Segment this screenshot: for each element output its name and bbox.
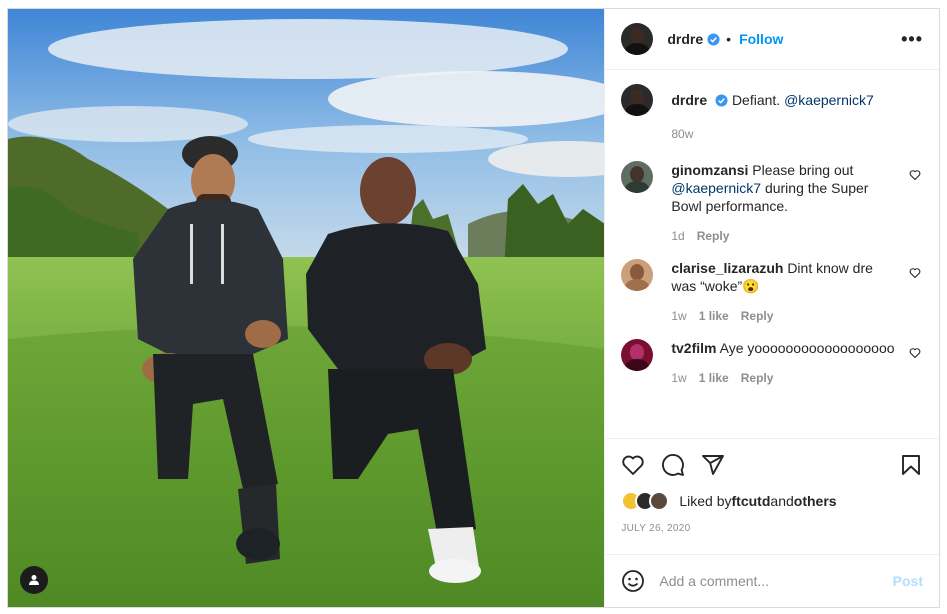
post-header: drdre • Follow ••• [605,9,939,70]
avatar[interactable] [621,23,654,55]
comment-mention[interactable]: @kaepernick7 [671,180,761,196]
post-date[interactable]: JULY 26, 2020 [621,523,923,534]
reply-button[interactable]: Reply [741,369,774,387]
caption-username[interactable]: drdre [671,92,707,108]
post-sidebar: drdre • Follow ••• drdre Defiant. @kaepe… [604,9,939,607]
smiley-icon[interactable] [621,569,645,593]
avatar[interactable] [621,161,654,193]
comment-icon[interactable] [661,453,685,477]
comment-time[interactable]: 1w [671,307,686,325]
comment-username[interactable]: ginomzansi [671,162,748,178]
comment-time[interactable]: 1d [671,227,684,245]
follow-button[interactable]: Follow [739,31,783,47]
reply-button[interactable]: Reply [741,307,774,325]
list-item: clarise_lizarazuh Dint know dre was “wok… [621,259,923,325]
caption-mention[interactable]: @kaepernick7 [784,92,874,108]
comment-text: Aye yoooooooooooooooooo [719,340,895,356]
list-item: tv2film Aye yoooooooooooooooooo 1w 1 lik… [621,339,923,387]
reply-button[interactable]: Reply [697,227,730,245]
more-options-button[interactable]: ••• [901,29,923,50]
comment-likes[interactable]: 1 like [699,369,729,387]
post-button[interactable]: Post [893,573,923,589]
verified-badge-icon [715,94,728,107]
caption-time[interactable]: 80w [671,125,693,143]
likes-others[interactable]: others [794,493,837,509]
avatar[interactable] [621,84,654,116]
likes-middle: and [770,493,794,509]
likes-prefix: Liked by [679,493,732,509]
comment-time[interactable]: 1w [671,369,686,387]
bookmark-icon[interactable] [899,453,923,477]
liker-username[interactable]: ftcutd [732,493,771,509]
comments-list: drdre Defiant. @kaepernick7 80w ginomzan… [605,70,939,438]
heart-icon[interactable] [909,267,921,279]
comment-likes[interactable]: 1 like [699,307,729,325]
user-tag-icon[interactable] [20,566,48,594]
photo-scene [8,9,605,607]
caption-text: Defiant. [731,92,785,108]
likes-summary[interactable]: Liked by ftcutd and others [621,491,923,511]
comment-input[interactable]: Add a comment... [659,573,892,589]
share-icon[interactable] [701,453,725,477]
caption: drdre Defiant. @kaepernick7 80w [621,84,923,143]
comment-text: Please bring out [752,162,854,178]
verified-badge-icon [707,32,720,46]
liker-avatars [621,491,677,511]
surprised-emoji-icon: 😮 [742,278,760,294]
comment-composer: Add a comment... Post [605,554,939,607]
heart-icon[interactable] [621,453,645,477]
comment-username[interactable]: tv2film [671,340,716,356]
heart-icon[interactable] [909,169,921,181]
separator: • [726,31,732,47]
comment-username[interactable]: clarise_lizarazuh [671,260,783,276]
list-item: ginomzansi Please bring out @kaepernick7… [621,161,923,245]
heart-icon[interactable] [909,347,921,359]
post-photo[interactable] [8,9,605,607]
avatar[interactable] [621,259,654,291]
post-modal: drdre • Follow ••• drdre Defiant. @kaepe… [7,8,940,608]
avatar[interactable] [621,339,654,371]
author-username[interactable]: drdre [667,31,703,47]
post-actions: Liked by ftcutd and others JULY 26, 2020 [605,438,939,554]
avatar [649,491,670,511]
